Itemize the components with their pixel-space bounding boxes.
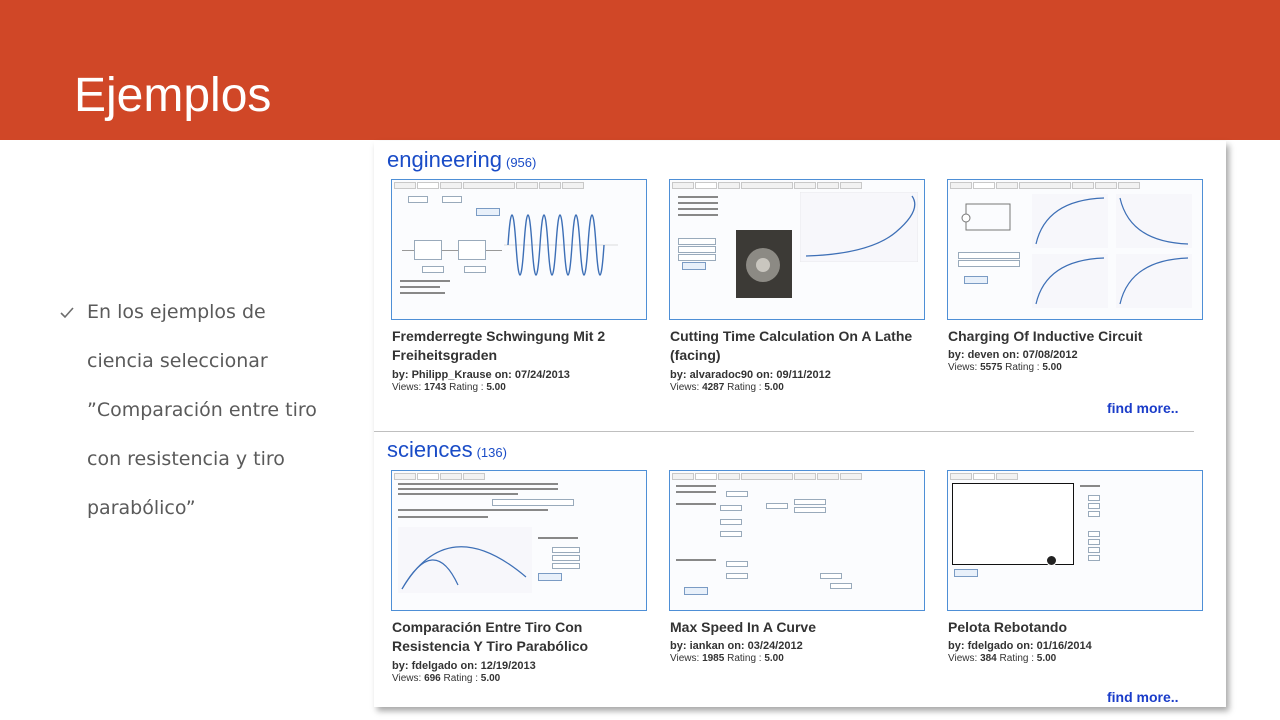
ball-icon bbox=[1046, 555, 1057, 566]
card-thumbnail[interactable] bbox=[669, 179, 925, 320]
card-meta: by: fdelgado on: 01/16/2014 Views: 384 R… bbox=[948, 640, 1092, 664]
card-title[interactable]: Fremderregte Schwingung Mit 2 Freiheitsg… bbox=[392, 327, 654, 365]
sciences-header: sciences (136) bbox=[387, 437, 507, 463]
card-thumbnail[interactable] bbox=[947, 179, 1203, 320]
author-link[interactable]: alvaradoc90 bbox=[690, 369, 754, 381]
engineering-count: (956) bbox=[505, 155, 537, 170]
card-thumbnail[interactable] bbox=[947, 470, 1203, 611]
author-link[interactable]: Philipp_Krause bbox=[412, 369, 492, 381]
card-title[interactable]: Comparación Entre Tiro Con Resistencia Y… bbox=[392, 618, 654, 656]
engineering-header: engineering (956) bbox=[387, 147, 536, 173]
card-title[interactable]: Max Speed In A Curve bbox=[670, 618, 932, 637]
author-link[interactable]: deven bbox=[968, 349, 1000, 361]
card-title[interactable]: Pelota Rebotando bbox=[948, 618, 1210, 637]
checkmark-icon bbox=[60, 307, 74, 319]
card-meta: by: deven on: 07/08/2012 Views: 5575 Rat… bbox=[948, 349, 1078, 373]
card-meta: by: iankan on: 03/24/2012 Views: 1985 Ra… bbox=[670, 640, 803, 664]
sciences-section: sciences (136) Comparación Entre Tiro Co… bbox=[374, 431, 1226, 707]
engineering-find-more-link[interactable]: find more.. bbox=[1107, 400, 1179, 416]
card-meta: by: Philipp_Krause on: 07/24/2013 Views:… bbox=[392, 369, 570, 393]
examples-gallery: engineering (956) Fremderregte Schwingun… bbox=[374, 141, 1226, 707]
bullet-text: En los ejemplos de ciencia seleccionar ”… bbox=[87, 301, 317, 519]
card-thumbnail[interactable] bbox=[391, 179, 647, 320]
author-link[interactable]: fdelgado bbox=[412, 660, 458, 672]
sciences-find-more-link[interactable]: find more.. bbox=[1107, 689, 1179, 705]
author-link[interactable]: fdelgado bbox=[968, 640, 1014, 652]
engineering-category-link[interactable]: engineering bbox=[387, 147, 502, 172]
card-title[interactable]: Cutting Time Calculation On A Lathe (fac… bbox=[670, 327, 932, 365]
lathe-photo bbox=[736, 230, 792, 298]
card-meta: by: fdelgado on: 12/19/2013 Views: 696 R… bbox=[392, 660, 536, 684]
author-link[interactable]: iankan bbox=[690, 640, 725, 652]
sciences-count: (136) bbox=[476, 445, 507, 460]
title-banner: Ejemplos bbox=[0, 0, 1280, 140]
engineering-section: engineering (956) Fremderregte Schwingun… bbox=[374, 141, 1226, 431]
card-title[interactable]: Charging Of Inductive Circuit bbox=[948, 327, 1210, 346]
slide-title: Ejemplos bbox=[74, 69, 272, 122]
card-meta: by: alvaradoc90 on: 09/11/2012 Views: 42… bbox=[670, 369, 831, 393]
sciences-category-link[interactable]: sciences bbox=[387, 437, 473, 462]
card-thumbnail[interactable] bbox=[669, 470, 925, 611]
card-thumbnail[interactable] bbox=[391, 470, 647, 611]
